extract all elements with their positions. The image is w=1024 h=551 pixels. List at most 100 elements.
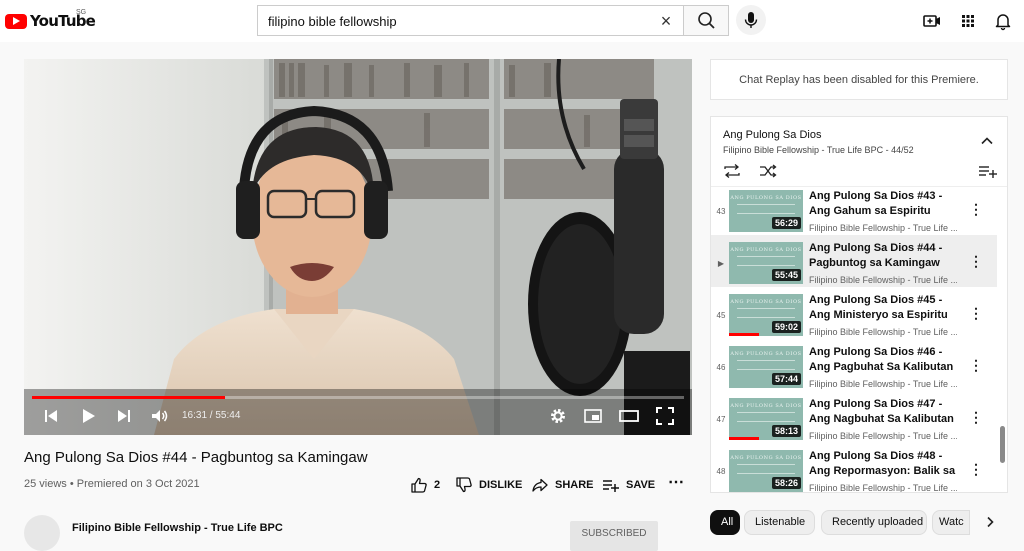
item-duration: 56:29	[771, 217, 801, 229]
thumbnail-caption: ANG PULONG SA DIOS	[730, 403, 802, 409]
playlist-item[interactable]: 47 ANG PULONG SA DIOS 58:13 Ang Pulong Sa D…	[711, 391, 997, 443]
search-icon	[698, 12, 715, 29]
save-label: SAVE	[626, 479, 656, 491]
item-title[interactable]: Ang Pulong Sa Dios #45 - Ang Ministeryo …	[809, 293, 959, 323]
item-thumbnail[interactable]: ANG PULONG SA DIOS 58:26	[729, 450, 803, 492]
fullscreen-icon[interactable]	[654, 405, 676, 427]
search-box[interactable]: filipino bible fellowship ×	[257, 5, 683, 36]
subscribed-button[interactable]: SUBSCRIBED	[570, 521, 658, 551]
item-index: ▶	[717, 259, 725, 268]
more-vertical-icon[interactable]: ⋮	[969, 252, 983, 270]
youtube-play-icon	[5, 13, 27, 29]
create-video-icon[interactable]	[921, 10, 943, 32]
playlist-panel: Ang Pulong Sa Dios Filipino Bible Fellow…	[710, 116, 1008, 493]
playlist-item[interactable]: 46 ANG PULONG SA DIOS 57:44 Ang Pulong Sa D…	[711, 339, 997, 391]
voice-search-button[interactable]	[736, 5, 766, 35]
item-thumbnail[interactable]: ANG PULONG SA DIOS 55:45	[729, 242, 803, 284]
progress-bar[interactable]	[32, 396, 684, 399]
dislike-button[interactable]: DISLIKE	[455, 476, 522, 494]
thumbnail-graphic	[737, 360, 795, 370]
more-actions-button[interactable]: ⋯	[668, 472, 684, 492]
thumbnail-caption: ANG PULONG SA DIOS	[730, 455, 802, 461]
more-vertical-icon[interactable]: ⋮	[969, 408, 983, 426]
collapse-chevron-icon[interactable]	[979, 133, 995, 149]
channel-name[interactable]: Filipino Bible Fellowship - True Life BP…	[72, 522, 283, 534]
loop-icon[interactable]	[722, 163, 742, 179]
item-thumbnail[interactable]: ANG PULONG SA DIOS 57:44	[729, 346, 803, 388]
thumbnail-caption: ANG PULONG SA DIOS	[730, 351, 802, 357]
item-thumbnail[interactable]: ANG PULONG SA DIOS 56:29	[729, 190, 803, 232]
theater-mode-icon[interactable]	[618, 405, 640, 427]
microphone-icon	[744, 12, 758, 28]
item-index: 45	[716, 311, 726, 320]
thumbnail-graphic	[737, 204, 795, 214]
playlist-add-icon[interactable]	[978, 163, 998, 179]
playlist-header: Ang Pulong Sa Dios Filipino Bible Fellow…	[711, 117, 1007, 187]
watched-progress	[729, 333, 759, 336]
item-thumbnail[interactable]: ANG PULONG SA DIOS 58:13	[729, 398, 803, 440]
top-bar: YouTube SG filipino bible fellowship ×	[0, 0, 1024, 42]
thumbnail-caption: ANG PULONG SA DIOS	[730, 195, 802, 201]
filter-chip[interactable]: All	[710, 510, 740, 535]
thumbnail-caption: ANG PULONG SA DIOS	[730, 299, 802, 305]
watched-progress	[729, 437, 759, 440]
more-vertical-icon[interactable]: ⋮	[969, 304, 983, 322]
video-meta: 25 views • Premiered on 3 Oct 2021	[24, 478, 200, 490]
shuffle-icon[interactable]	[758, 163, 778, 179]
playlist-title[interactable]: Ang Pulong Sa Dios	[723, 129, 821, 141]
clear-search-icon[interactable]: ×	[655, 10, 677, 32]
chat-replay-notice: Chat Replay has been disabled for this P…	[710, 59, 1008, 100]
more-vertical-icon[interactable]: ⋮	[969, 200, 983, 218]
add-to-playlist-icon	[603, 480, 619, 492]
search-button[interactable]	[683, 5, 729, 36]
play-icon[interactable]	[77, 405, 99, 427]
item-channel: Filipino Bible Fellowship - True Life ..…	[809, 275, 957, 285]
time-display: 16:31 / 55:44	[182, 410, 241, 421]
playlist-item[interactable]: 48 ANG PULONG SA DIOS 58:26 Ang Pulong Sa D…	[711, 443, 997, 492]
item-channel: Filipino Bible Fellowship - True Life ..…	[809, 223, 957, 233]
item-duration: 58:26	[771, 477, 801, 489]
item-thumbnail[interactable]: ANG PULONG SA DIOS 59:02	[729, 294, 803, 336]
share-label: SHARE	[555, 479, 594, 491]
video-player[interactable]: 16:31 / 55:44	[24, 59, 692, 435]
playlist-scrollbar[interactable]	[1000, 426, 1005, 463]
playlist-subtitle: Filipino Bible Fellowship - True Life BP…	[723, 145, 914, 155]
notifications-bell-icon[interactable]	[992, 10, 1014, 32]
like-button[interactable]: 2	[410, 476, 440, 494]
item-title[interactable]: Ang Pulong Sa Dios #44 - Pagbuntog sa Ka…	[809, 241, 959, 271]
item-title[interactable]: Ang Pulong Sa Dios #43 - Ang Gahum sa Es…	[809, 189, 959, 219]
dislike-label: DISLIKE	[479, 479, 523, 491]
playlist-item[interactable]: ▶ ANG PULONG SA DIOS 55:45 Ang Pulong Sa Di…	[711, 235, 997, 287]
more-vertical-icon[interactable]: ⋮	[969, 356, 983, 374]
share-arrow-icon	[532, 478, 548, 492]
item-title[interactable]: Ang Pulong Sa Dios #46 - Ang Pagbuhat Sa…	[809, 345, 959, 375]
settings-gear-icon[interactable]	[547, 405, 569, 427]
thumbnail-graphic	[737, 464, 795, 474]
share-button[interactable]: SHARE	[531, 476, 594, 494]
item-duration: 58:13	[771, 425, 801, 437]
filter-chip[interactable]: Recently uploaded	[821, 510, 927, 535]
volume-icon[interactable]	[148, 405, 170, 427]
more-horizontal-icon: ⋯	[668, 474, 684, 491]
playlist-item[interactable]: 45 ANG PULONG SA DIOS 59:02 Ang Pulong Sa D…	[711, 287, 997, 339]
chips-next-chevron-icon[interactable]	[982, 514, 998, 530]
item-title[interactable]: Ang Pulong Sa Dios #47 - Ang Nagbuhat Sa…	[809, 397, 959, 427]
playlist-item[interactable]: 43 ANG PULONG SA DIOS 56:29 Ang Pulong Sa D…	[711, 187, 997, 235]
item-duration: 57:44	[771, 373, 801, 385]
search-input[interactable]: filipino bible fellowship	[268, 14, 397, 29]
more-vertical-icon[interactable]: ⋮	[969, 460, 983, 478]
item-duration: 55:45	[771, 269, 801, 281]
item-title[interactable]: Ang Pulong Sa Dios #48 - Ang Repormasyon…	[809, 449, 959, 479]
item-index: 47	[716, 415, 726, 424]
thumbnail-graphic	[737, 308, 795, 318]
miniplayer-icon[interactable]	[582, 405, 604, 427]
thumbnail-graphic	[737, 256, 795, 266]
filter-chip[interactable]: Watc	[932, 510, 970, 535]
next-icon[interactable]	[113, 405, 135, 427]
save-button[interactable]: SAVE	[602, 476, 655, 494]
playlist-items: 43 ANG PULONG SA DIOS 56:29 Ang Pulong Sa D…	[711, 187, 1007, 492]
channel-avatar[interactable]	[24, 515, 60, 551]
filter-chip[interactable]: Listenable	[744, 510, 815, 535]
previous-icon[interactable]	[40, 405, 62, 427]
apps-grid-icon[interactable]	[957, 10, 979, 32]
